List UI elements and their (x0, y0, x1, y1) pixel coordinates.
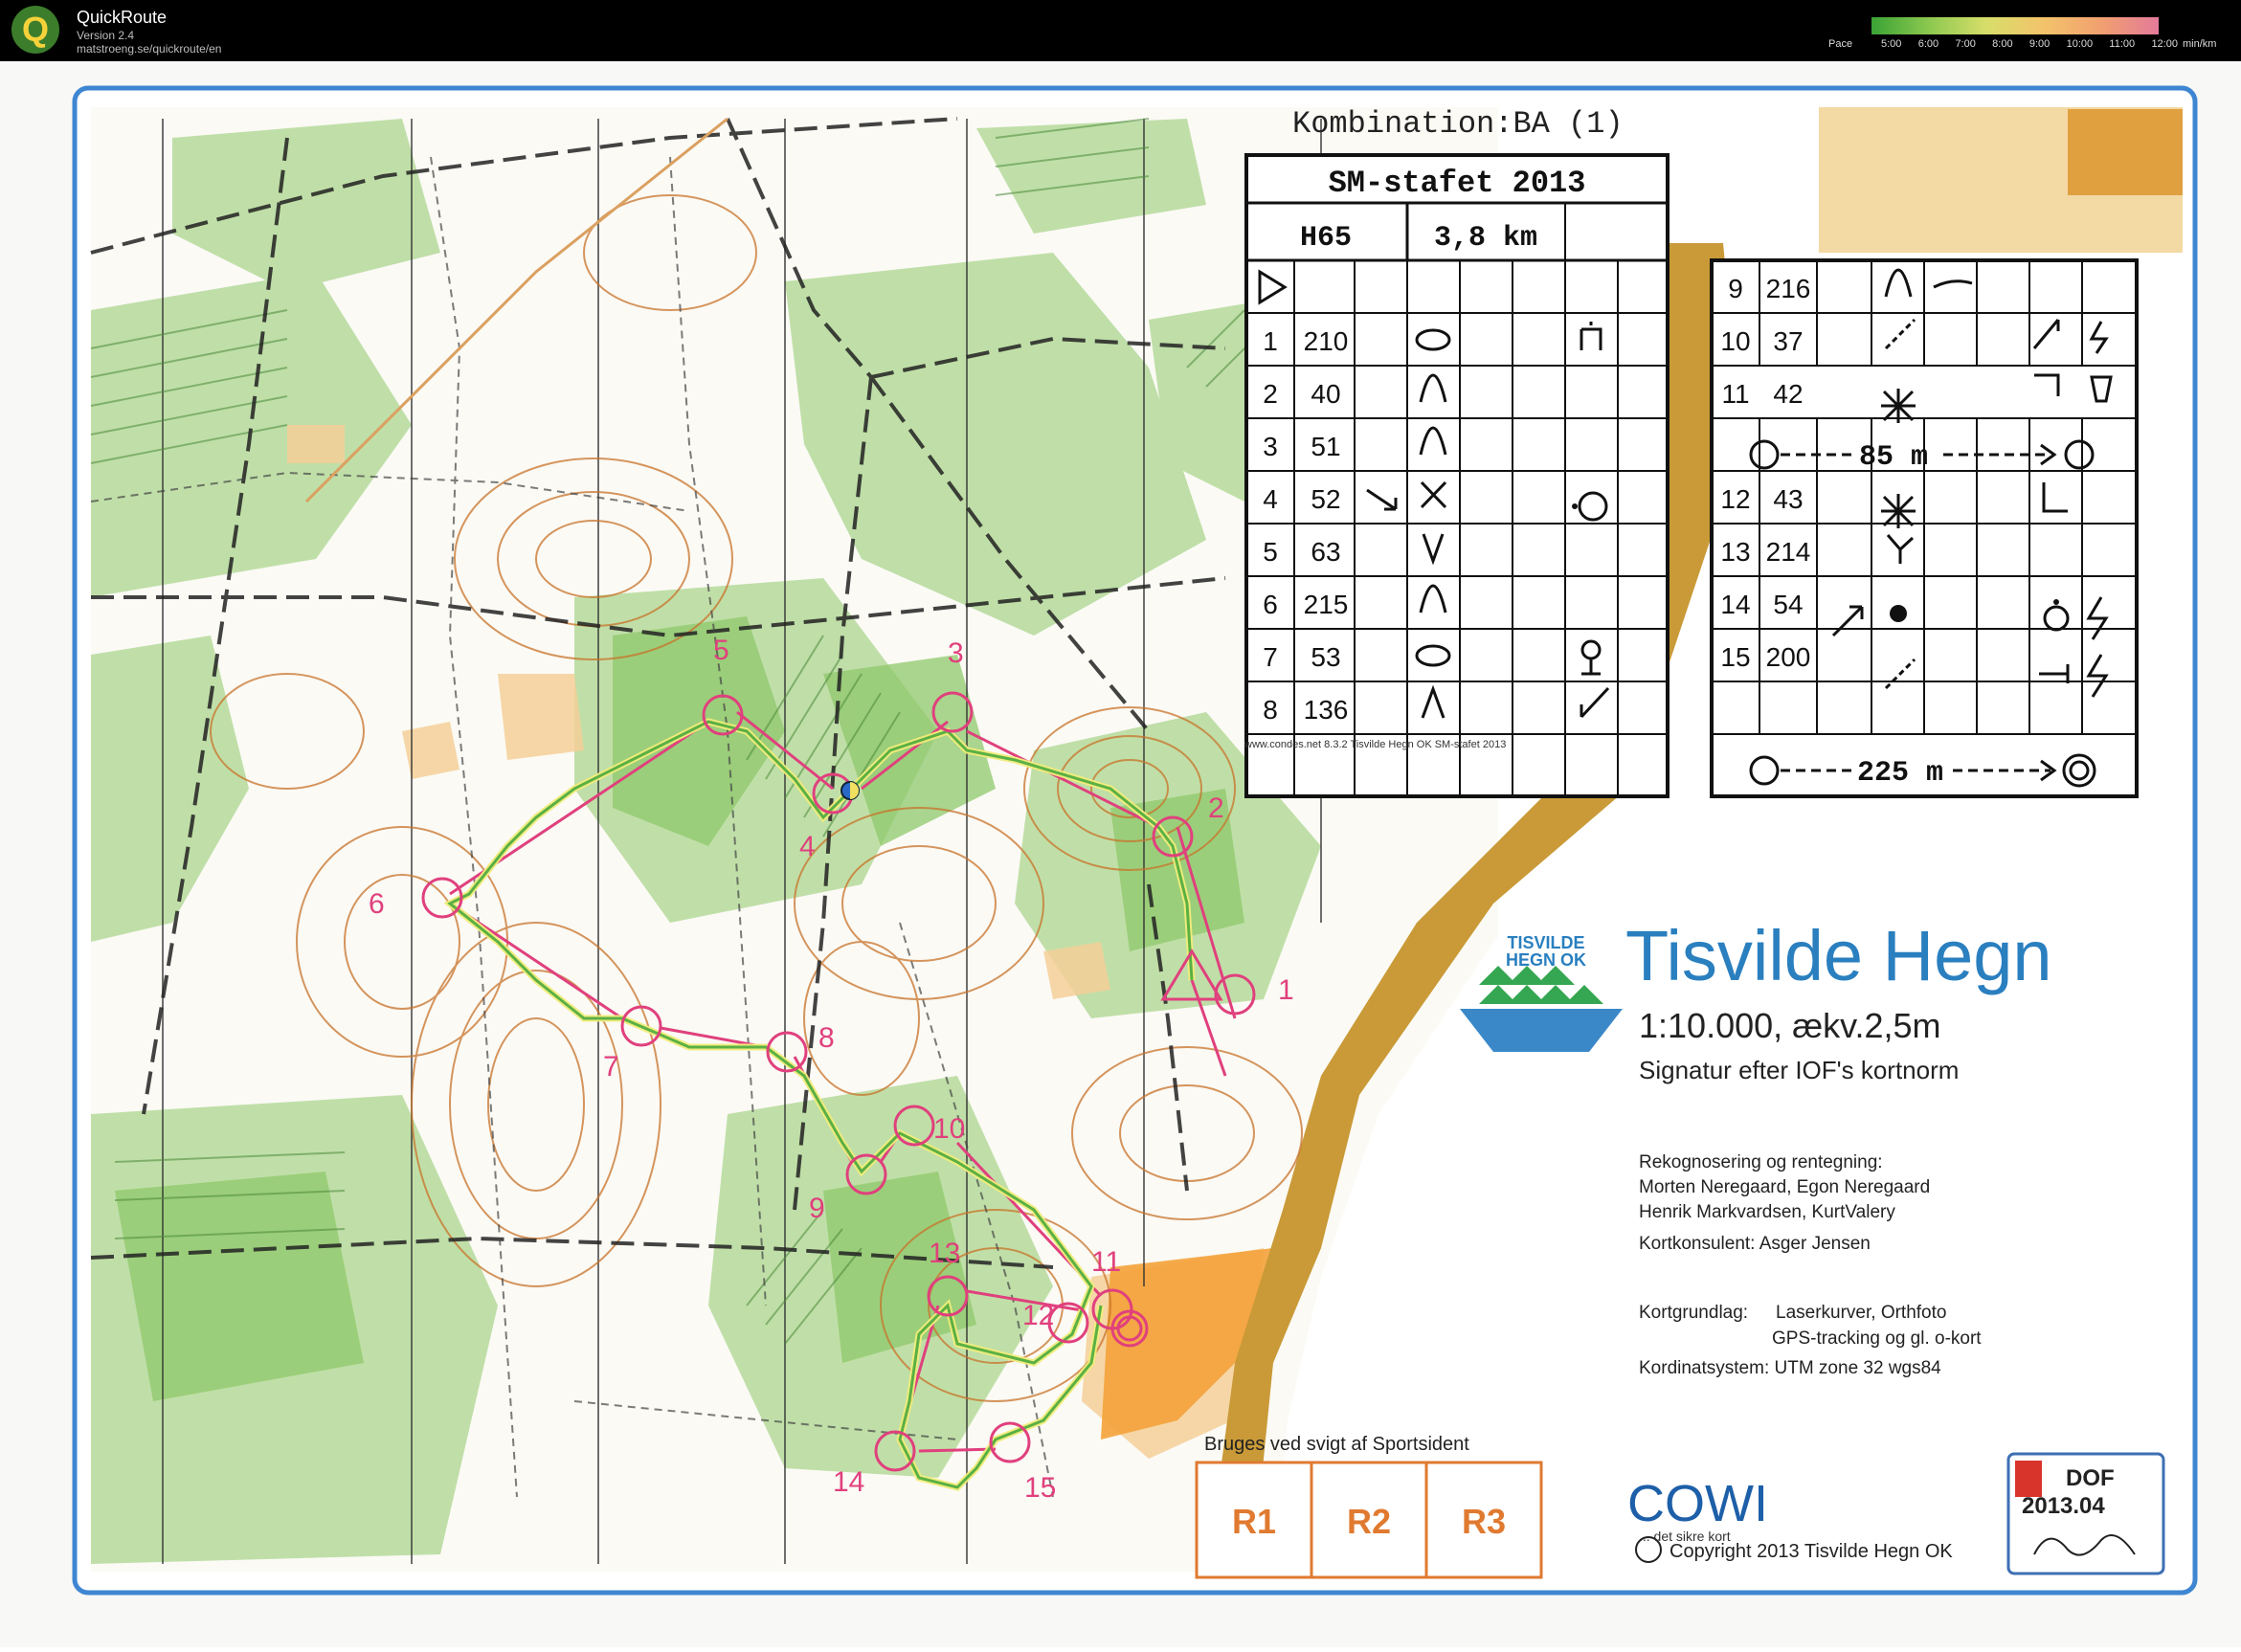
coordinate-system: Kordinatsystem: UTM zone 32 wgs84 (1639, 1358, 1941, 1378)
svg-text:42: 42 (1773, 379, 1803, 409)
app-title: QuickRoute (77, 8, 168, 27)
pace-ticks: 5:00 6:00 7:00 8:00 9:00 10:00 11:00 12:… (1881, 38, 2178, 50)
svg-text:2013.04: 2013.04 (2022, 1493, 2105, 1519)
punch-box-r3: R3 (1462, 1502, 1506, 1541)
dof-stamp: DOF 2013.04 (2006, 1452, 2165, 1575)
svg-text:8: 8 (818, 1022, 835, 1054)
event-name: SM-stafet 2013 (1329, 166, 1586, 201)
svg-text:10: 10 (933, 1113, 965, 1145)
svg-text:11: 11 (1091, 1246, 1121, 1278)
svg-text:3: 3 (1263, 432, 1278, 461)
svg-text:7: 7 (603, 1051, 619, 1083)
svg-text:2: 2 (1263, 379, 1278, 409)
quickroute-logo: Q (11, 6, 59, 54)
course-class: H65 (1300, 222, 1352, 255)
svg-text:TISVILDE: TISVILDE (1507, 933, 1584, 952)
credits-heading: Rekognosering og rentegning: (1639, 1152, 1883, 1172)
svg-text:12: 12 (1022, 1300, 1054, 1331)
svg-text:5: 5 (1263, 537, 1278, 567)
svg-text:8: 8 (1263, 695, 1278, 725)
map-title: Tisvilde Hegn (1625, 916, 2052, 995)
app-url: matstroeng.se/quickroute/en (77, 42, 222, 56)
svg-text:15: 15 (1024, 1472, 1056, 1504)
pace-tick: 11:00 (2109, 38, 2136, 50)
svg-text:63: 63 (1311, 537, 1340, 567)
map-norm: Signatur efter IOF's kortnorm (1639, 1056, 1959, 1084)
svg-text:200: 200 (1766, 642, 1811, 672)
basis-line-2: GPS-tracking og gl. o-kort (1772, 1328, 1982, 1349)
svg-text:40: 40 (1311, 379, 1340, 409)
svg-text:215: 215 (1304, 590, 1349, 619)
svg-text:6: 6 (369, 888, 385, 920)
pace-unit: min/km (2183, 38, 2217, 50)
map-small-print: www.condes.net 8.3.2 Tisvilde Hegn OK SM… (1244, 739, 1506, 750)
sportident-note: Bruges ved svigt af Sportsident (1204, 1434, 1469, 1455)
svg-text:52: 52 (1311, 484, 1340, 514)
pace-label: Pace (1828, 38, 1853, 50)
svg-text:4: 4 (799, 831, 816, 862)
svg-text:10: 10 (1720, 326, 1750, 356)
svg-text:11: 11 (1721, 379, 1749, 409)
basis-line-1: Laserkurver, Orthfoto (1776, 1303, 1946, 1323)
map-scale: 1:10.000, ækv.2,5m (1639, 1006, 1941, 1045)
pace-tick: 9:00 (2028, 38, 2051, 50)
punch-box-r1: R1 (1232, 1502, 1276, 1541)
svg-text:214: 214 (1766, 537, 1811, 567)
backup-punch-boxes: R1 R2 R3 (1195, 1461, 1543, 1579)
svg-text:43: 43 (1773, 484, 1803, 514)
svg-text:1: 1 (1278, 974, 1294, 1006)
credits-line-2: Henrik Markvardsen, KurtValery (1639, 1202, 1895, 1222)
course-length: 3,8 km (1434, 222, 1537, 255)
svg-text:15: 15 (1720, 642, 1750, 672)
svg-text:53: 53 (1311, 642, 1340, 672)
svg-text:13: 13 (929, 1238, 960, 1269)
pace-tick: 8:00 (1992, 38, 2013, 50)
svg-text:1: 1 (1263, 326, 1278, 356)
pace-tick: 7:00 (1955, 38, 1976, 50)
svg-text:216: 216 (1766, 274, 1811, 303)
control-description-sheet-left: SM-stafet 2013 H65 3,8 km 1 210 2 40 3 51 4… (1244, 153, 1670, 798)
svg-text:7: 7 (1263, 642, 1278, 672)
map-canvas[interactable]: 1 2 3 4 5 6 7 8 9 10 11 12 13 14 15 Komb… (0, 61, 2241, 1647)
svg-text:HEGN OK: HEGN OK (1506, 950, 1586, 970)
svg-text:14: 14 (833, 1466, 864, 1498)
cowi-logo: COWI (1627, 1475, 1768, 1532)
svg-text:6: 6 (1263, 590, 1278, 619)
svg-text:54: 54 (1773, 590, 1803, 619)
svg-text:12: 12 (1720, 484, 1750, 514)
pace-tick: 10:00 (2066, 38, 2094, 50)
svg-text:210: 210 (1304, 326, 1349, 356)
control-description-sheet-right: 9 216 10 37 11 42 12 43 13 214 14 54 15 200 85 … (1710, 258, 2139, 798)
svg-text:14: 14 (1720, 590, 1750, 619)
svg-text:136: 136 (1304, 695, 1349, 725)
svg-text:9: 9 (1728, 274, 1743, 303)
pace-color-bar (1871, 17, 2159, 34)
pace-tick: 5:00 (1881, 38, 1902, 50)
taped-route-distance-2: 225 m (1857, 757, 1943, 790)
app-titlebar: Q QuickRoute Version 2.4 matstroeng.se/q… (0, 0, 2241, 61)
credits-line-1: Morten Neregaard, Egon Neregaard (1639, 1177, 1930, 1197)
svg-text:2: 2 (1208, 793, 1224, 824)
svg-text:5: 5 (713, 635, 729, 666)
copyright-text: Copyright 2013 Tisvilde Hegn OK (1670, 1541, 1953, 1562)
taped-route-distance-1: 85 m (1859, 441, 1928, 474)
svg-text:4: 4 (1263, 484, 1278, 514)
app-version: Version 2.4 (77, 29, 135, 42)
svg-text:9: 9 (809, 1193, 825, 1224)
svg-text:DOF: DOF (2066, 1465, 2115, 1491)
svg-text:51: 51 (1311, 432, 1340, 461)
svg-text:13: 13 (1720, 537, 1750, 567)
map-consultant: Kortkonsulent: Asger Jensen (1639, 1234, 1871, 1254)
orienteering-map[interactable]: 1 2 3 4 5 6 7 8 9 10 11 12 13 14 15 Komb… (0, 61, 2241, 1647)
basis-label: Kortgrundlag: (1639, 1303, 1748, 1323)
pace-tick: 6:00 (1917, 38, 1939, 50)
pace-tick: 12:00 (2151, 38, 2178, 50)
map-header-text: Kombination:BA (1) (1292, 106, 1624, 142)
svg-text:37: 37 (1773, 326, 1803, 356)
punch-box-r2: R2 (1347, 1502, 1391, 1541)
svg-text:3: 3 (948, 637, 964, 669)
